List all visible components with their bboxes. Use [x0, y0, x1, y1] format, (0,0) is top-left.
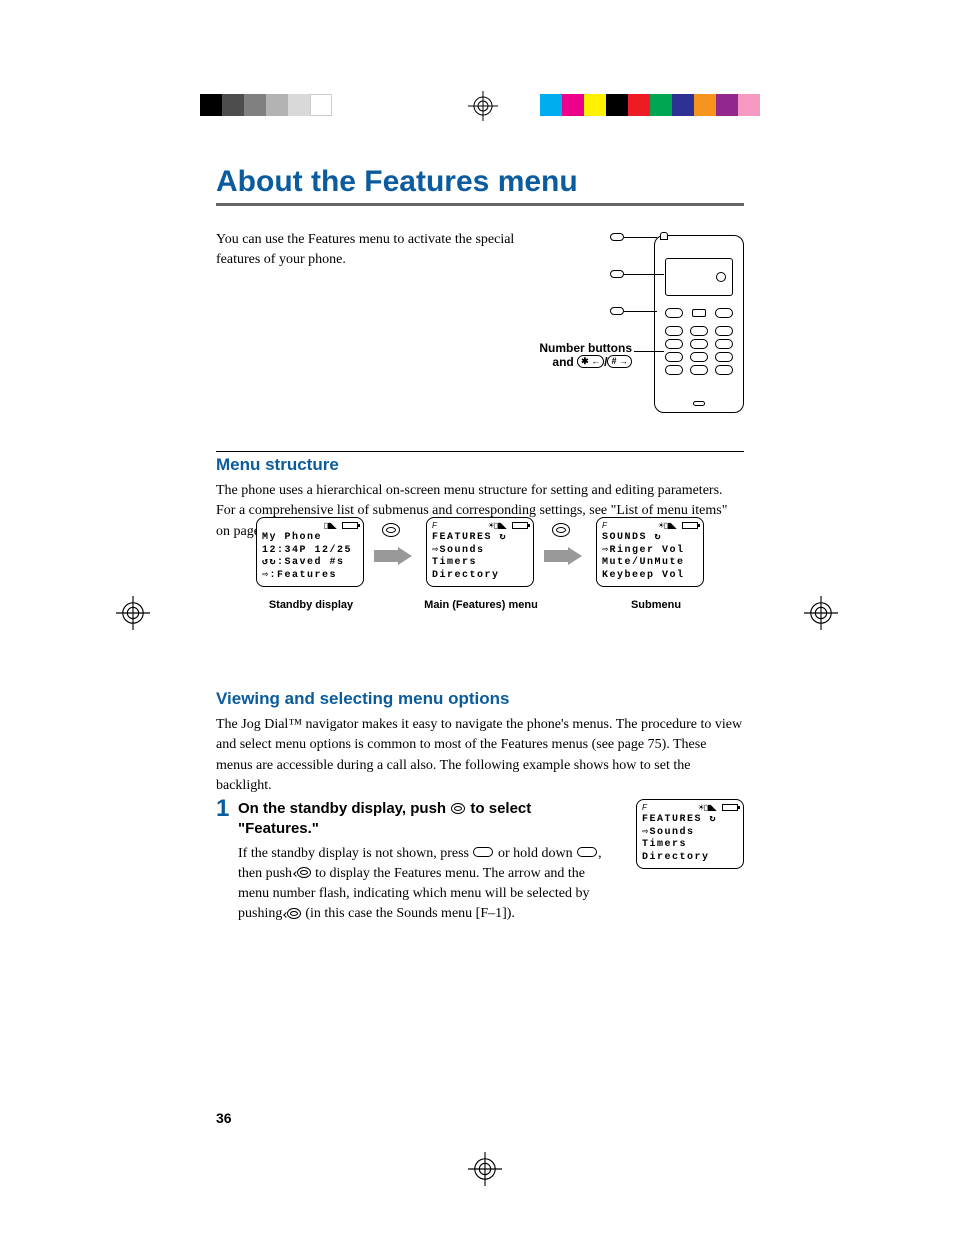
lcd-standby: ▯▮◣ My Phone 12:34P 12/25 ↺↻:Saved #s ⇨:… [256, 517, 364, 587]
registration-mark-icon [468, 91, 498, 121]
callout-number-buttons: Number buttons and ✱ ←/# → [516, 341, 632, 369]
phone-figure: Number buttons and ✱ ←/# → [534, 235, 744, 420]
lcd-submenu: F☀▯▮◣ SOUNDS ↻ ⇨Ringer Vol Mute/UnMute K… [596, 517, 704, 587]
intro-text: You can use the Features menu to activat… [216, 230, 516, 271]
step-heading: On the standby display, push to select "… [238, 799, 598, 840]
button-icon [473, 847, 493, 857]
page-title: About the Features menu [216, 165, 744, 199]
caption-submenu: Submenu [586, 599, 726, 611]
jog-dial-icon [382, 523, 400, 537]
button-icon [577, 847, 597, 857]
registration-mark-icon [468, 1152, 502, 1186]
color-swatches [540, 94, 760, 116]
grayscale-swatches [200, 94, 332, 116]
section-rule [216, 451, 744, 452]
heading-menu-structure: Menu structure [216, 455, 744, 475]
lcd-main-menu: F☀▯▮◣ FEATURES ↻ ⇨Sounds Timers Director… [426, 517, 534, 587]
arrow-right-icon [374, 547, 412, 565]
jog-dial-icon [451, 803, 465, 814]
lcd-step1: F☀▯▮◣ FEATURES ↻ ⇨Sounds Timers Director… [636, 799, 744, 869]
caption-standby: Standby display [241, 599, 381, 611]
step-1: 1 On the standby display, push to select… [216, 799, 744, 925]
phone-outline-icon [654, 235, 744, 413]
caption-main: Main (Features) menu [411, 599, 551, 611]
jog-dial-icon [287, 908, 301, 919]
registration-mark-icon [116, 596, 150, 630]
arrow-right-icon [544, 547, 582, 565]
registration-mark-icon [804, 596, 838, 630]
jog-dial-icon [552, 523, 570, 537]
step-body: If the standby display is not shown, pre… [238, 844, 618, 925]
body-viewing: The Jog Dial™ navigator makes it easy to… [216, 715, 744, 796]
menu-hierarchy-diagram: ▯▮◣ My Phone 12:34P 12/25 ↺↻:Saved #s ⇨:… [256, 517, 756, 617]
page-number: 36 [216, 1110, 232, 1126]
step-number: 1 [216, 795, 229, 823]
star-key-icon: ✱ ← [577, 355, 604, 368]
title-rule [216, 203, 744, 206]
jog-dial-icon [297, 867, 311, 878]
printer-registration-strip [0, 94, 954, 116]
heading-viewing: Viewing and selecting menu options [216, 689, 744, 709]
hash-key-icon: # → [607, 355, 632, 368]
